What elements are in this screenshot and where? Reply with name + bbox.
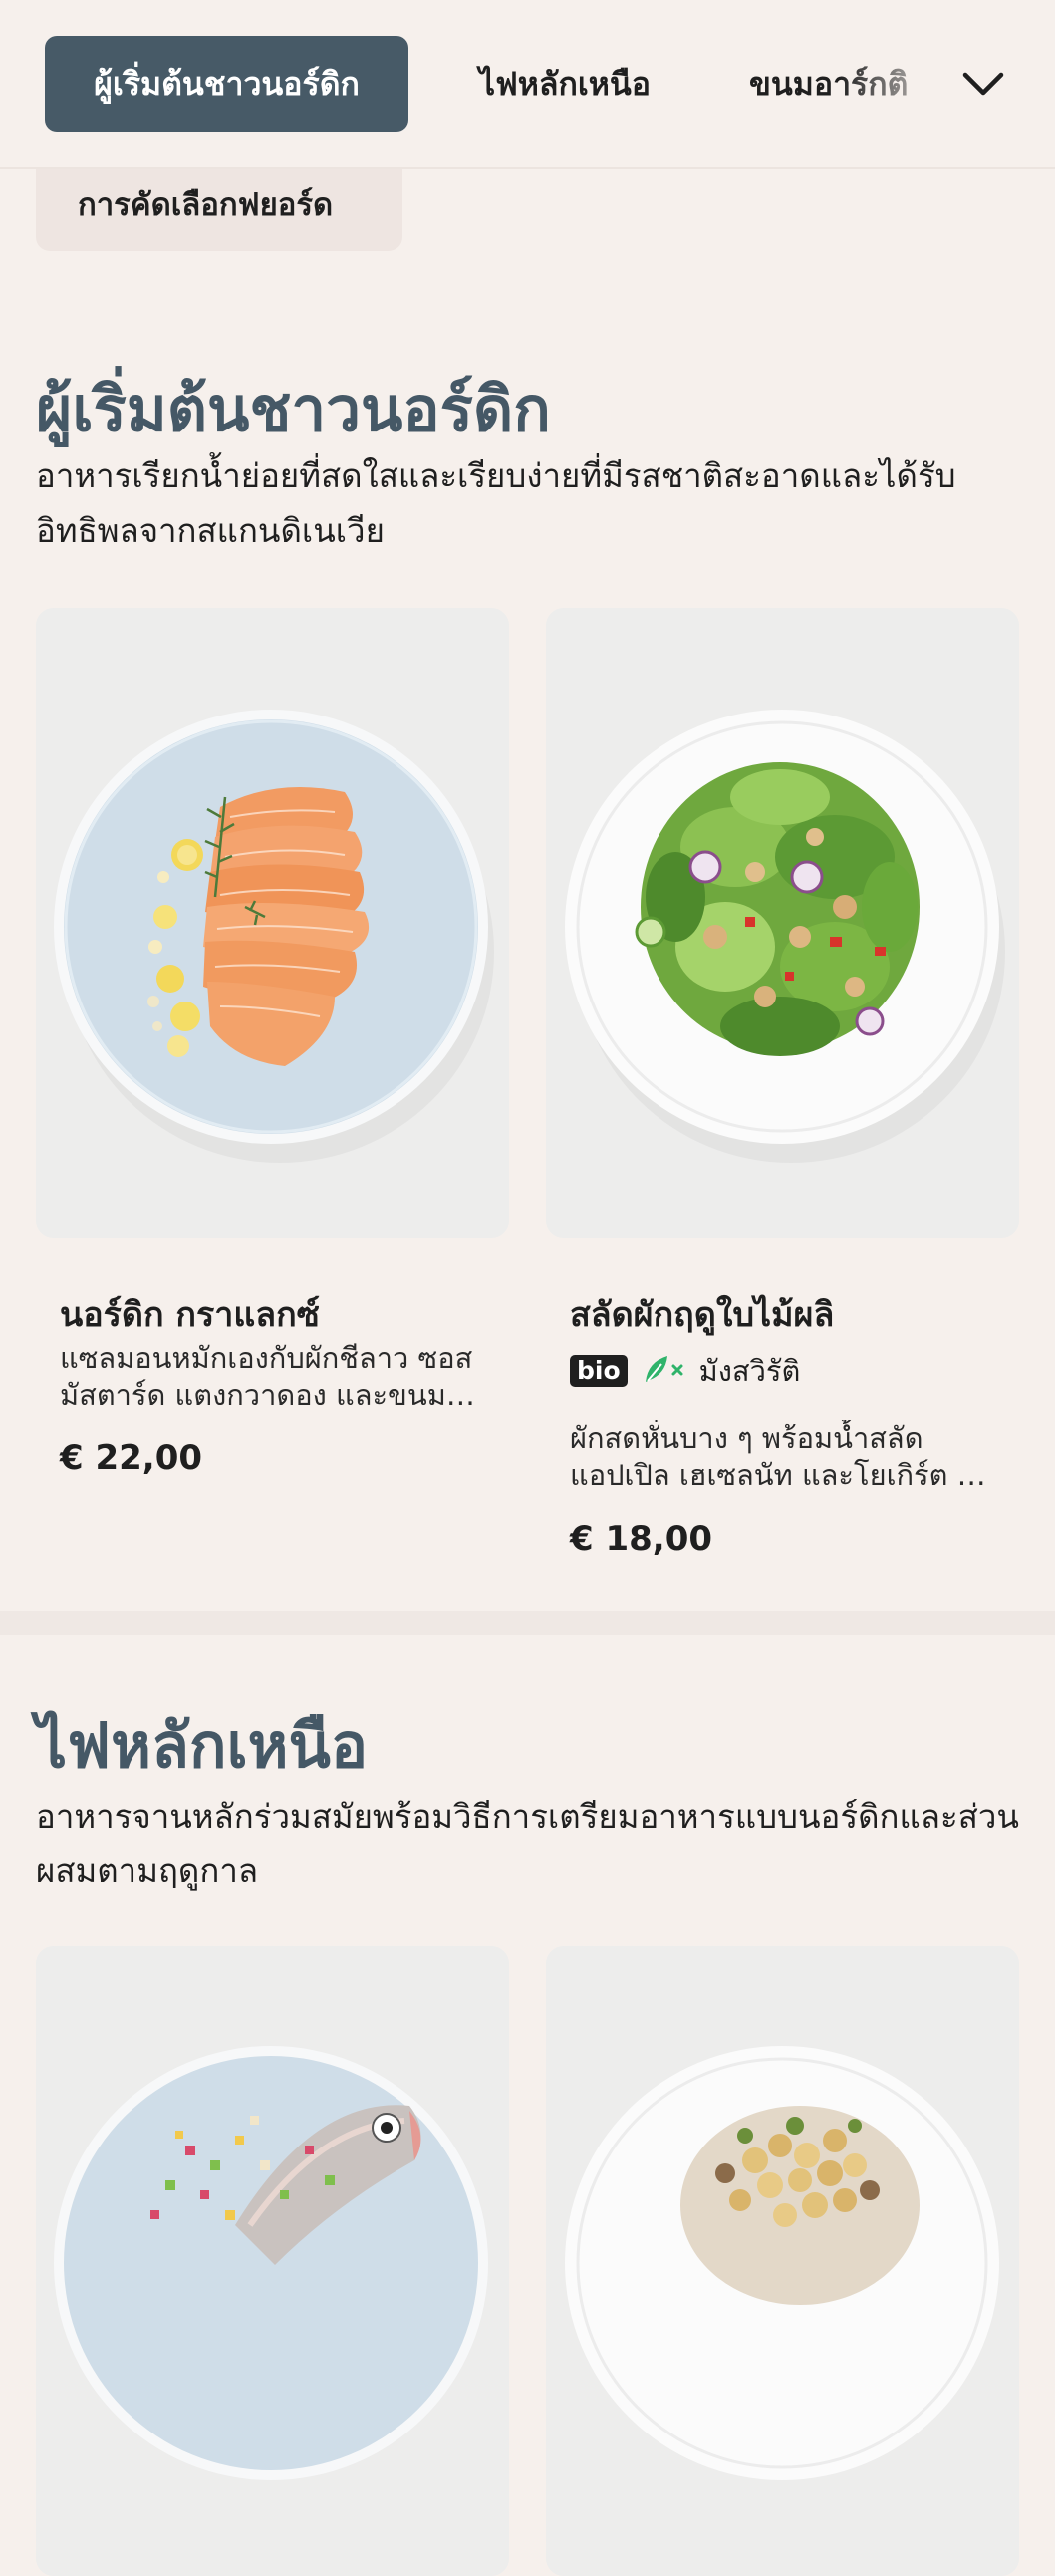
- category-tab-arctic-desserts[interactable]: ขนมอาร์กติ: [749, 36, 948, 132]
- fish-dish-image[interactable]: [36, 1946, 509, 2576]
- chickpea-dish-image[interactable]: [546, 1946, 1019, 2576]
- dish-description-line: แซลมอนหมักเองกับผักชีลาว ซอส: [60, 1341, 473, 1375]
- bio-badge: bio: [570, 1355, 628, 1387]
- section-title-starters: ผู้เริ่มต้นชาวนอร์ดิก: [36, 373, 551, 445]
- dish-badges: bio มังสวิรัติ: [570, 1348, 800, 1394]
- dish-name[interactable]: นอร์ดิก กราแลกซ์: [60, 1288, 320, 1341]
- section-description-mains: อาหารจานหลักร่วมสมัยพร้อมวิธีการเตรียมอา…: [36, 1797, 1019, 1890]
- category-tab-northern-mains[interactable]: ไฟหลักเหนือ: [460, 36, 669, 132]
- dish-name[interactable]: สลัดผักฤดูใบไม้ผลิ: [570, 1288, 834, 1341]
- category-nav: ผู้เริ่มต้นชาวนอร์ดิก ไฟหลักเหนือ ขนมอาร…: [0, 0, 1055, 169]
- dish-description-line: แอปเปิล เฮเซลนัท และโยเกิร์ต ว...: [570, 1458, 988, 1492]
- vegan-leaf-icon: [642, 1352, 685, 1390]
- dish-price: € 22,00: [60, 1438, 203, 1478]
- dish-price: € 18,00: [570, 1519, 713, 1559]
- chevron-down-icon[interactable]: [958, 62, 1008, 106]
- salad-dish-image[interactable]: [546, 608, 1019, 1238]
- section-divider: [0, 1611, 1055, 1635]
- dish-description-line: มัสตาร์ด แตงกวาดอง และขนมปั...: [60, 1378, 478, 1412]
- section-description-starters: อาหารเรียกน้ำย่อยที่สดใสและเรียบง่ายที่ม…: [36, 456, 956, 550]
- category-tab-nordic-starters[interactable]: ผู้เริ่มต้นชาวนอร์ดิก: [45, 36, 408, 132]
- vegan-label: มังสวิรัติ: [698, 1354, 801, 1388]
- salmon-dish-image[interactable]: [36, 608, 509, 1238]
- section-title-mains: ไฟหลักเหนือ: [36, 1709, 369, 1782]
- filter-pill-label: การคัดเลือกฟยอร์ด: [78, 187, 334, 223]
- dish-description-line: ผักสดหั่นบาง ๆ พร้อมน้ำสลัด: [570, 1421, 923, 1455]
